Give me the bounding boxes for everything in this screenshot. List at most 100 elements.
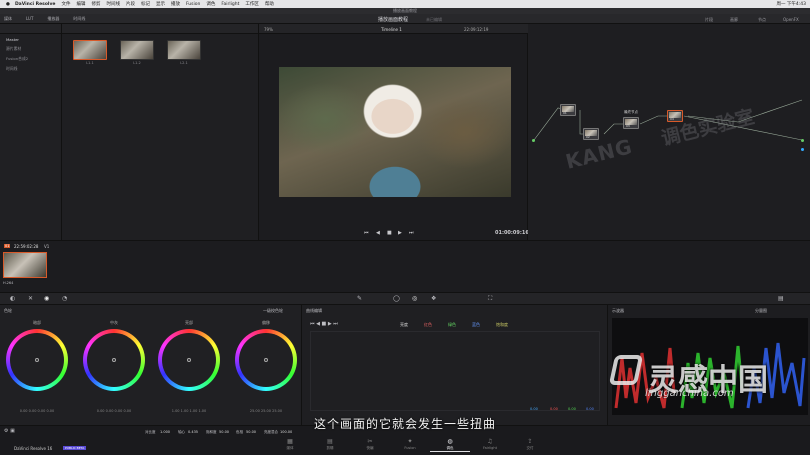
tab-media[interactable]: ▦ 媒体 <box>270 438 310 452</box>
wheel-label-gain: 亮部 <box>185 320 193 325</box>
menu-mark[interactable]: 标记 <box>141 1 150 7</box>
clips-button[interactable]: 片段 <box>705 17 713 23</box>
wheel-label-offset: 偏移 <box>262 320 270 325</box>
color-node[interactable]: 02 <box>583 128 599 140</box>
media-header <box>62 24 258 34</box>
play-icon[interactable]: ▶ <box>398 230 402 236</box>
stop-icon[interactable]: ■ <box>387 230 392 236</box>
gain-values: 1.00 1.00 1.00 1.00 <box>171 409 207 413</box>
edit-page-icon: ▤ <box>327 438 333 445</box>
menu-fairlight[interactable]: Fairlight <box>221 2 239 7</box>
tab-label: 交付 <box>526 446 534 450</box>
sidebar-item-fusion[interactable]: Fusion合成2 <box>0 53 61 63</box>
media-thumb[interactable]: L2.1 <box>167 40 201 65</box>
qualifier-icon[interactable]: ✎ <box>357 295 362 302</box>
menu-help[interactable]: 帮助 <box>265 1 274 7</box>
gamma-wheel[interactable] <box>83 329 145 391</box>
channel-red[interactable]: 红色 <box>424 322 432 328</box>
play-reverse-icon[interactable]: ◀ <box>376 230 380 236</box>
gain-wheel[interactable] <box>158 329 220 391</box>
input-dot[interactable] <box>532 139 535 142</box>
thumb-label: L1.2 <box>133 61 141 65</box>
player-button[interactable]: 播放器 <box>47 16 59 22</box>
tab-cut[interactable]: ✂ 快编 <box>350 438 390 452</box>
deliver-page-icon: ⇪ <box>527 438 533 445</box>
tab-edit[interactable]: ▤ 剪辑 <box>310 438 350 452</box>
channel-luma[interactable]: 亮度 <box>400 322 408 328</box>
menu-playback[interactable]: 播放 <box>171 1 180 7</box>
color-node[interactable]: 03 <box>623 117 639 129</box>
menu-timeline[interactable]: 时间线 <box>106 1 120 7</box>
tab-deliver[interactable]: ⇪ 交付 <box>510 438 550 452</box>
tab-fairlight[interactable]: ♫ Fairlight <box>470 438 510 452</box>
skip-back-icon[interactable]: ⏮ <box>364 230 369 236</box>
gallery-button[interactable]: 画廊 <box>730 17 738 23</box>
skip-forward-icon[interactable]: ⏭ <box>409 230 414 236</box>
menu-clip[interactable]: 片段 <box>126 1 135 7</box>
thumb-label: L2.1 <box>180 61 188 65</box>
viewer-header: 79% Timeline 1 22:09:12:19 <box>259 24 529 34</box>
channel-sat[interactable]: 饱和度 <box>496 322 508 328</box>
curve-graph[interactable] <box>310 331 600 411</box>
resolve-version: DaVinci Resolve 16 <box>14 446 53 451</box>
media-button[interactable]: 媒体 <box>4 16 12 22</box>
clip-codec: H.264 <box>3 281 14 285</box>
duration-timecode: 01:00:09:16 <box>495 230 529 236</box>
tab-color[interactable]: ◍ 调色 <box>430 438 470 452</box>
lut-button[interactable]: LUT <box>26 16 33 21</box>
timeline-name[interactable]: Timeline 1 <box>381 27 402 32</box>
tab-label: 快编 <box>366 446 374 450</box>
rgb-mixer-icon[interactable]: ◔ <box>62 295 67 302</box>
scope-icon[interactable]: ▤ <box>778 295 784 302</box>
app-menu[interactable]: DaVinci Resolve <box>15 2 56 7</box>
scope-mode[interactable]: 分量图 <box>755 308 767 314</box>
nodes-button[interactable]: 节点 <box>758 17 766 23</box>
tracker-icon[interactable]: ◎ <box>412 295 417 302</box>
apple-icon[interactable]: ● <box>6 2 10 7</box>
curve-playback-icon[interactable]: ⏮ ◀ ■ ▶ ⏭ <box>310 321 338 327</box>
beta-badge: PUBLIC BETA <box>63 446 87 450</box>
color-wheels-icon[interactable]: ◉ <box>44 295 49 302</box>
sidebar-item-master[interactable]: Master <box>0 34 61 43</box>
wheels-mode[interactable]: 一级校色轮 <box>263 308 283 314</box>
window-icon[interactable]: ◯ <box>393 295 400 302</box>
tab-fusion[interactable]: ✦ Fusion <box>390 438 430 452</box>
camera-raw-icon[interactable]: ◐ <box>10 295 15 302</box>
menu-color[interactable]: 调色 <box>206 1 215 7</box>
zoom-level[interactable]: 79% <box>264 27 273 32</box>
timeline-button[interactable]: 时间线 <box>73 16 85 22</box>
sidebar-item-timeline[interactable]: 时间线 <box>0 63 61 73</box>
media-thumb[interactable]: L1.1 <box>73 40 107 65</box>
media-thumb[interactable]: L1.2 <box>120 40 154 65</box>
color-node[interactable]: 01 <box>560 104 576 116</box>
menu-view[interactable]: 显示 <box>156 1 165 7</box>
offset-wheel[interactable] <box>235 329 297 391</box>
channel-blue[interactable]: 蓝色 <box>472 322 480 328</box>
edited-status: 未已编辑 <box>426 17 442 22</box>
sizing-icon[interactable]: ⛶ <box>488 295 492 303</box>
clip-thumbnail[interactable] <box>3 252 47 278</box>
tab-label: Fairlight <box>482 446 497 450</box>
fairlight-page-icon: ♫ <box>487 438 493 445</box>
clip-timecode: 22:59:02:28 <box>14 244 39 249</box>
menu-trim[interactable]: 修剪 <box>91 1 100 7</box>
output-dot[interactable] <box>801 139 804 142</box>
color-match-icon[interactable]: ✕ <box>28 295 33 302</box>
color-page-icon: ◍ <box>447 438 453 445</box>
output-alpha-dot[interactable] <box>801 148 804 151</box>
color-wheels-panel: 色轮 一级校色轮 暗部 中灰 亮部 偏移 0.00 0.00 0.00 0.00… <box>0 305 302 425</box>
wheel-label-lift: 暗部 <box>33 320 41 325</box>
menu-file[interactable]: 文件 <box>61 1 70 7</box>
blur-icon[interactable]: ❖ <box>431 295 436 302</box>
tab-label: 媒体 <box>286 446 294 450</box>
menu-edit[interactable]: 编辑 <box>76 1 85 7</box>
openfx-button[interactable]: OpenFX <box>783 17 799 22</box>
lift-wheel[interactable] <box>6 329 68 391</box>
menu-fusion[interactable]: Fusion <box>186 2 200 7</box>
curves-panel: 曲线编辑 ⏮ ◀ ■ ▶ ⏭ 亮度 红色 绿色 蓝色 饱和度 0.00 0.00… <box>302 305 608 425</box>
sidebar-item-source[interactable]: 源片素材 <box>0 43 61 53</box>
offset-values: 25.00 25.00 25.00 <box>249 409 283 413</box>
channel-green[interactable]: 绿色 <box>448 322 456 328</box>
menu-workspace[interactable]: 工作区 <box>245 1 259 7</box>
curve-value: 0.00 <box>550 407 558 411</box>
